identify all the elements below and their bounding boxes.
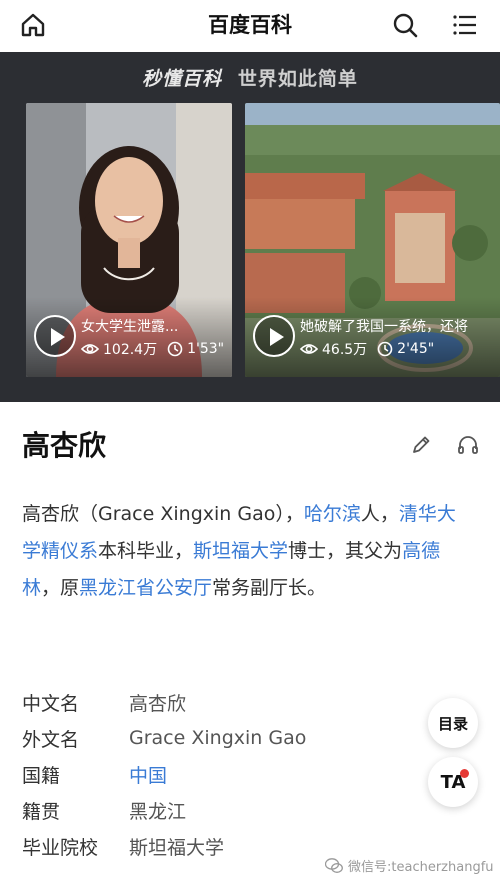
info-row: 毕业院校 斯坦福大学: [22, 828, 306, 864]
menu-button[interactable]: [448, 8, 482, 42]
video-title: 她破解了我国一系统，还将: [300, 319, 468, 335]
info-label: 外文名: [22, 728, 80, 751]
search-button[interactable]: [388, 8, 422, 42]
summary-text: 博士，其父为: [288, 540, 403, 562]
summary-text: 人，: [360, 503, 399, 525]
notification-dot: [460, 769, 469, 778]
eye-icon: [300, 344, 318, 354]
clock-icon: [167, 341, 183, 357]
info-value: 斯坦福大学: [129, 836, 225, 859]
search-icon: [393, 13, 418, 38]
watermark-text: 微信号:teacherzhangfu: [348, 860, 494, 875]
video-card[interactable]: 她破解了我国一系统，还将 46.5万 2'45": [245, 103, 500, 377]
banner-tagline: 世界如此简单: [237, 68, 358, 90]
listen-button[interactable]: [455, 432, 481, 458]
info-row: 外文名 Grace Xingxin Gao: [22, 720, 306, 756]
info-value: 黑龙江: [129, 800, 187, 823]
summary-text: 常务副厅长。: [212, 577, 327, 599]
info-row: 中文名 高杏欣: [22, 684, 306, 720]
info-label: 籍贯: [22, 800, 61, 823]
summary-text: ，原: [41, 577, 80, 599]
info-box: 中文名 高杏欣 外文名 Grace Xingxin Gao 国籍 中国 籍贯 黑…: [22, 684, 306, 864]
info-value: 高杏欣: [129, 692, 187, 715]
view-count: 102.4万: [103, 342, 158, 358]
banner-slogan: 秒懂百科 世界如此简单: [0, 64, 500, 91]
link-harbin[interactable]: 哈尔滨: [304, 503, 361, 525]
entry-summary: 高杏欣（Grace Xingxin Gao），哈尔滨人，清华大学精仪系本科毕业，…: [22, 496, 472, 607]
info-value: Grace Xingxin Gao: [129, 727, 307, 749]
video-meta: 46.5万 2'45": [300, 339, 444, 359]
link-stanford[interactable]: 斯坦福大学: [193, 540, 288, 562]
link-heilongjiang-police[interactable]: 黑龙江省公安厅: [79, 577, 212, 599]
ta-button[interactable]: TA: [428, 757, 478, 807]
info-row: 籍贯 黑龙江: [22, 792, 306, 828]
info-label: 中文名: [22, 692, 80, 715]
menu-icon: [453, 15, 476, 35]
toc-button[interactable]: 目录: [428, 698, 478, 748]
info-row: 国籍 中国: [22, 756, 306, 792]
edit-button[interactable]: [408, 432, 434, 458]
info-label: 国籍: [22, 764, 61, 787]
video-banner: 秒懂百科 世界如此简单 女大学生泄露... 102.4万 1'53" 她破解了我…: [0, 52, 500, 402]
wechat-icon: [325, 857, 343, 873]
video-card[interactable]: 女大学生泄露... 102.4万 1'53": [26, 103, 232, 377]
play-icon[interactable]: [34, 315, 76, 357]
video-duration: 2'45": [397, 341, 435, 357]
info-label: 毕业院校: [22, 836, 99, 859]
summary-text: 高杏欣（Grace Xingxin Gao），: [22, 503, 304, 525]
view-count: 46.5万: [322, 342, 368, 358]
video-meta: 102.4万 1'53": [81, 339, 232, 359]
brand-logo: 秒懂百科: [142, 68, 223, 90]
summary-text: 本科毕业，: [98, 540, 194, 562]
video-title: 女大学生泄露...: [81, 319, 179, 335]
eye-icon: [81, 344, 99, 354]
watermark: 微信号:teacherzhangfu: [325, 856, 494, 875]
info-value-link[interactable]: 中国: [129, 761, 167, 788]
headphones-icon: [458, 436, 478, 454]
clock-icon: [377, 341, 393, 357]
entry-title: 高杏欣: [22, 429, 107, 462]
pencil-icon: [413, 436, 430, 453]
page-title: 百度百科: [208, 13, 292, 37]
video-duration: 1'53": [187, 341, 225, 357]
top-bar: 百度百科: [0, 0, 500, 50]
play-icon[interactable]: [253, 315, 295, 357]
